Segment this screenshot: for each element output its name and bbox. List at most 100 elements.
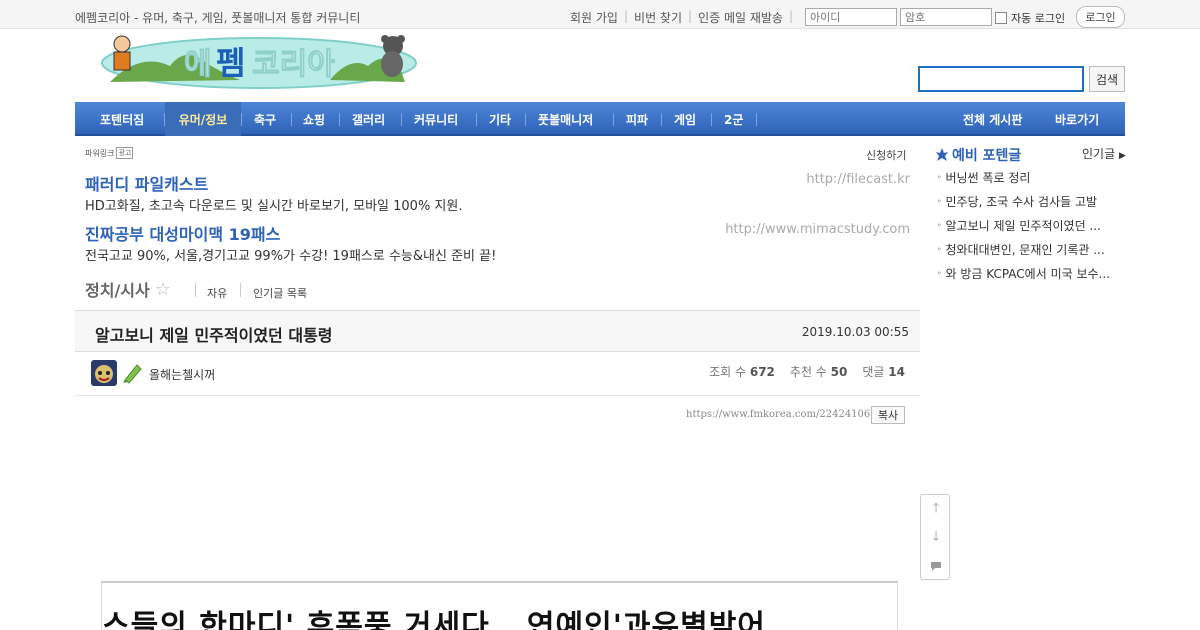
views-stat: 조회 수 672: [709, 363, 775, 380]
sidebar-item-label: 민주당, 조국 수사 검사들 고발: [945, 195, 1098, 209]
autologin-label: 자동 로그인: [1011, 12, 1066, 25]
board-title-row: 정치/시사 ☆: [85, 277, 171, 301]
post-meta: 올해는첼시꺼 조회 수 672 추천 수 50 댓글 14: [75, 352, 920, 396]
post-stats: 조회 수 672 추천 수 50 댓글 14: [709, 363, 905, 380]
views-count: 672: [749, 365, 775, 379]
sidebar-more-label: 인기글: [1082, 147, 1116, 161]
nav-item-shopping[interactable]: 쇼핑: [303, 102, 325, 136]
favorite-star-icon[interactable]: ☆: [155, 279, 171, 300]
chevron-right-icon: ▶: [1118, 151, 1126, 161]
board-tab-divider: [240, 283, 241, 297]
board-tab-divider: [195, 283, 196, 297]
nav-shortcuts[interactable]: 바로가기: [1055, 102, 1099, 136]
image-caption-text: 스들의 한마디' 후폭풍 거세다...연예인'과유별받어: [102, 609, 766, 630]
sidebar-item-label: 버닝썬 폭로 정리: [945, 171, 1031, 185]
nav-all-boards[interactable]: 전체 게시판: [963, 102, 1022, 136]
post-url[interactable]: https://www.fmkorea.com/2242410632: [686, 409, 883, 420]
nav-item-fifa[interactable]: 피파: [626, 102, 648, 136]
scroll-down-icon[interactable]: 🡓: [921, 524, 951, 552]
bullet-icon: °: [937, 271, 942, 281]
comments-label: 댓글: [862, 365, 885, 379]
top-utility-bar: 에펨코리아 - 유머, 축구, 게임, 풋볼매니저 통합 커뮤니티 회원 가입 …: [0, 0, 1200, 29]
sidebar-item[interactable]: ° 민주당, 조국 수사 검사들 고발: [937, 193, 1122, 210]
author-name[interactable]: 올해는첼시꺼: [149, 366, 215, 383]
board-tab-popular[interactable]: 인기글 목록: [253, 285, 307, 301]
ad-url[interactable]: http://filecast.kr: [806, 172, 910, 187]
nav-item-etc[interactable]: 기타: [489, 102, 511, 136]
nav-item-soccer[interactable]: 축구: [254, 102, 276, 136]
ad-description: 전국고교 90%, 서울,경기고교 99%가 수강! 19패스로 수능&내신 준…: [85, 249, 497, 264]
nav-divider: [476, 113, 477, 126]
board-title[interactable]: 정치/시사: [85, 277, 150, 301]
post-content-image: 스들의 한마디' 후폭풍 거세다...연예인'과유별받어: [101, 581, 898, 630]
ad-url[interactable]: http://www.mimacstudy.com: [725, 222, 910, 237]
nav-item-humor[interactable]: 유머/정보: [165, 102, 241, 136]
find-password-link[interactable]: 비번 찾기: [634, 9, 682, 26]
post-date: 2019.10.03 00:55: [801, 325, 909, 339]
nav-item-poten[interactable]: 포텐터짐: [75, 102, 157, 136]
nav-divider: [339, 113, 340, 126]
sidebar-item-label: 와 방금 KCPAC에서 미국 보수...: [945, 267, 1111, 281]
search-input[interactable]: [918, 66, 1084, 92]
nav-item-gallery[interactable]: 갤러리: [352, 102, 385, 136]
username-input[interactable]: [805, 8, 897, 26]
avatar-icon: [91, 360, 117, 386]
flower-icon: [936, 148, 948, 161]
comments-stat[interactable]: 댓글 14: [862, 363, 905, 380]
ad-apply-link[interactable]: 신청하기: [866, 147, 906, 163]
scroll-up-icon[interactable]: 🡑: [921, 496, 951, 524]
ad-badge: 광고: [116, 147, 134, 159]
logo-text-left: 에: [184, 47, 212, 82]
nav-item-fm[interactable]: 풋볼매니저: [538, 102, 593, 136]
sidebar-item-label: 청와대대변인, 문재인 기록관 ...: [945, 243, 1105, 257]
autologin-toggle[interactable]: 자동 로그인: [995, 10, 1065, 26]
nav-divider: [756, 113, 757, 126]
sidebar-item[interactable]: ° 알고보니 제일 민주적이였던 ...: [937, 217, 1122, 234]
votes-stat: 추천 수 50: [790, 363, 847, 380]
sidebar-title-row: 예비 포텐글: [935, 145, 1021, 165]
sidebar-item[interactable]: ° 버닝썬 폭로 정리: [937, 169, 1122, 186]
comment-jump-icon[interactable]: [921, 552, 951, 580]
nav-divider: [291, 113, 292, 126]
comments-count: 14: [888, 365, 905, 379]
bullet-icon: °: [937, 199, 942, 209]
site-description: 에펨코리아 - 유머, 축구, 게임, 풋볼매니저 통합 커뮤니티: [75, 11, 361, 25]
sidebar-item-label: 알고보니 제일 민주적이였던 ...: [945, 219, 1101, 233]
resend-email-link[interactable]: 인증 메일 재발송: [698, 9, 783, 26]
powerlink-label: 파워링크: [85, 148, 115, 158]
post-header: 알고보니 제일 민주적이였던 대통령 2019.10.03 00:55: [75, 310, 920, 352]
board-tab-free[interactable]: 자유: [207, 285, 227, 301]
post-title: 알고보니 제일 민주적이였던 대통령: [95, 326, 333, 345]
link-separator: |: [788, 9, 794, 23]
sidebar-title: 예비 포텐글: [952, 148, 1022, 164]
signup-link[interactable]: 회원 가입: [570, 9, 618, 26]
nav-divider: [661, 113, 662, 126]
bullet-icon: °: [937, 223, 942, 233]
ad-title[interactable]: 진짜공부 대성마이맥 19패스: [85, 221, 280, 245]
nav-divider: [613, 113, 614, 126]
fmkorea-logo-icon: 에 펨 코리아: [101, 35, 417, 89]
login-button[interactable]: 로그인: [1076, 6, 1125, 28]
site-logo[interactable]: 에 펨 코리아: [100, 32, 418, 90]
floating-controls: 🡑 🡓: [920, 494, 950, 580]
nav-divider: [241, 113, 242, 126]
nav-item-community[interactable]: 커뮤니티: [414, 102, 458, 136]
views-label: 조회 수: [709, 365, 747, 379]
sidebar-item[interactable]: ° 와 방금 KCPAC에서 미국 보수...: [937, 265, 1122, 282]
password-input[interactable]: [900, 8, 992, 26]
ad-description: HD고화질, 초고속 다운로드 및 실시간 바로보기, 모바일 100% 지원.: [85, 199, 463, 214]
avatar[interactable]: [91, 360, 117, 386]
ad-title[interactable]: 패러디 파일캐스트: [85, 171, 208, 195]
votes-label: 추천 수: [789, 365, 827, 379]
search-button[interactable]: 검색: [1089, 66, 1125, 92]
autologin-checkbox[interactable]: [995, 12, 1007, 24]
nav-item-2gun[interactable]: 2군: [724, 102, 743, 136]
copy-url-button[interactable]: 복사: [871, 406, 905, 424]
link-separator: |: [623, 9, 629, 23]
sidebar-item[interactable]: ° 청와대대변인, 문재인 기록관 ...: [937, 241, 1122, 258]
powerlink-header: 파워링크 광고: [85, 147, 134, 159]
level-icon: [121, 362, 143, 384]
nav-item-game[interactable]: 게임: [674, 102, 696, 136]
sidebar-more-link[interactable]: 인기글 ▶: [1082, 145, 1126, 162]
nav-divider: [401, 113, 402, 126]
